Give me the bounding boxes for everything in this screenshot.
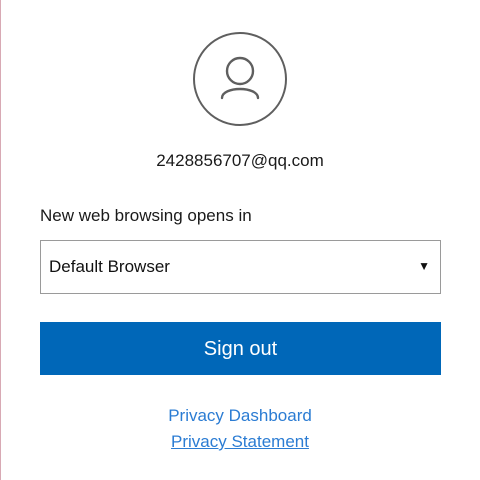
account-email: 2428856707@qq.com bbox=[156, 151, 324, 170]
browsing-setting-label: New web browsing opens in bbox=[40, 206, 252, 225]
browser-select[interactable]: Default Browser ▼ bbox=[40, 240, 441, 294]
sign-out-button[interactable]: Sign out bbox=[40, 322, 441, 375]
dropdown-arrow-icon: ▼ bbox=[418, 259, 430, 273]
avatar bbox=[193, 32, 287, 126]
browser-select-value: Default Browser bbox=[49, 257, 170, 276]
privacy-dashboard-link[interactable]: Privacy Dashboard bbox=[0, 406, 480, 426]
privacy-statement-link[interactable]: Privacy Statement bbox=[0, 432, 480, 452]
person-icon bbox=[220, 56, 260, 100]
